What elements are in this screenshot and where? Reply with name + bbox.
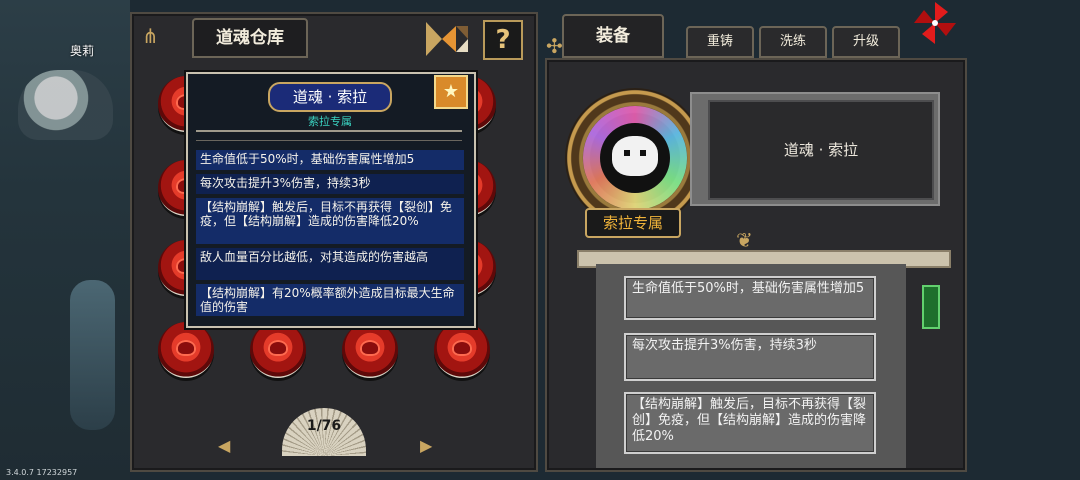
soul-orb-slot[interactable]: [158, 322, 214, 378]
next-arrow-icon[interactable]: ▶: [420, 436, 432, 455]
prev-arrow-icon[interactable]: ◀: [218, 436, 230, 455]
menu-icon[interactable]: ⋔: [142, 24, 159, 48]
version-label: 3.4.0.7 17232957: [6, 468, 78, 477]
help-button[interactable]: ?: [483, 20, 523, 60]
tab-recast[interactable]: 重铸: [686, 26, 754, 58]
soul-eye: [640, 150, 646, 156]
soul-orb-icon: [268, 340, 288, 356]
pinwheel-icon[interactable]: [912, 0, 958, 46]
soul-orb-slot[interactable]: [250, 322, 306, 378]
tooltip-effect: 【结构崩解】有20%概率额外造成目标最大生命值的伤害: [196, 284, 464, 316]
star-icon[interactable]: ★: [434, 75, 468, 109]
page-indicator: 1/76: [306, 418, 342, 434]
equipped-effect: 【结构崩解】触发后，目标不再获得【裂创】免疫，但【结构崩解】造成的伤害降低20%: [624, 392, 876, 454]
tangram-icon[interactable]: [426, 22, 468, 56]
tab-refine[interactable]: 洗练: [759, 26, 827, 58]
tooltip-title: 道魂 · 索拉: [268, 82, 392, 112]
capsule-tube: [70, 280, 115, 430]
scroll-tassel-icon: [922, 285, 940, 329]
soul-orb-icon: [176, 340, 196, 356]
soul-eye: [624, 150, 630, 156]
soul-orb-icon: [360, 340, 380, 356]
equipped-effect: 每次攻击提升3%伤害，持续3秒: [624, 333, 876, 381]
tab-equipment[interactable]: 装备: [562, 14, 664, 58]
npc-name-label: 奥莉: [70, 44, 95, 58]
soul-orb-slot[interactable]: [434, 322, 490, 378]
scroll-ornament-icon: ❦: [736, 228, 753, 252]
tooltip-effect: 【结构崩解】触发后，目标不再获得【裂创】免疫，但【结构崩解】造成的伤害降低20%: [196, 198, 464, 244]
tab-soul-warehouse[interactable]: 道魂仓库: [192, 18, 308, 58]
tab-upgrade[interactable]: 升级: [832, 26, 900, 58]
soul-orb-icon: [452, 340, 472, 356]
equipped-effect: 生命值低于50%时，基础伤害属性增加5: [624, 276, 876, 320]
soul-orb-slot[interactable]: [342, 322, 398, 378]
tooltip-divider: [196, 130, 462, 141]
swirl-ornament-icon: ✣: [546, 34, 563, 58]
tooltip-subtitle: 索拉专属: [308, 115, 352, 128]
equipped-item-name: 道魂 · 索拉: [708, 100, 934, 200]
character-sprite: [18, 70, 113, 140]
tooltip-effect: 生命值低于50%时，基础伤害属性增加5: [196, 150, 464, 170]
soul-character-icon: [612, 136, 658, 176]
tooltip-effect: 每次攻击提升3%伤害，持续3秒: [196, 174, 464, 194]
exclusive-tag: 索拉专属: [585, 208, 681, 238]
tooltip-effect: 敌人血量百分比越低，对其造成的伤害越高: [196, 248, 464, 280]
